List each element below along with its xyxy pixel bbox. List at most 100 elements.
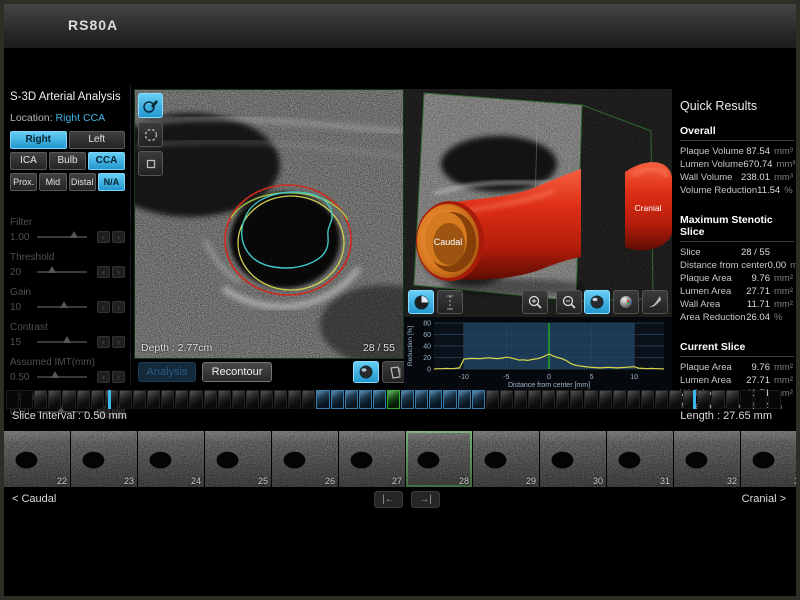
position-button-na[interactable]: N/A [98, 173, 125, 191]
navigator-cell[interactable] [373, 390, 386, 409]
navigator-cell[interactable] [48, 390, 61, 409]
navigator-cell[interactable] [204, 390, 217, 409]
slice-thumbnail-25[interactable]: 25 [205, 431, 271, 487]
navigator-cell[interactable] [627, 390, 640, 409]
volume-toggle-button[interactable] [353, 361, 379, 383]
navigator-cell[interactable] [302, 390, 315, 409]
position-button-prox[interactable]: Prox. [10, 173, 37, 191]
slice-thumbnail-23[interactable]: 23 [71, 431, 137, 487]
slider-thumb[interactable] [63, 336, 71, 343]
color-map-button[interactable] [613, 290, 639, 314]
slider-increment-button[interactable]: › [112, 301, 125, 313]
navigator-cell[interactable] [331, 390, 344, 409]
navigator-cell[interactable] [189, 390, 202, 409]
navigator-cell[interactable] [105, 390, 118, 409]
slice-thumbnail-28[interactable]: 28 [406, 431, 472, 487]
navigator-cell[interactable] [316, 390, 329, 409]
position-button-mid[interactable]: Mid [39, 173, 66, 191]
slider-increment-button[interactable]: › [112, 266, 125, 278]
navigator-cell[interactable] [472, 390, 485, 409]
slice-navigator[interactable] [6, 390, 782, 409]
cranial-nav-label[interactable]: Cranial > [742, 493, 786, 505]
navigator-cell[interactable] [443, 390, 456, 409]
circle-roi-button[interactable] [138, 122, 163, 147]
zoom-in-button[interactable] [522, 290, 548, 314]
navigator-cell[interactable] [429, 390, 442, 409]
slice-thumbnail-30[interactable]: 30 [540, 431, 606, 487]
slider-increment-button[interactable]: › [112, 371, 125, 383]
navigator-cell[interactable] [726, 390, 739, 409]
navigator-cell[interactable] [260, 390, 273, 409]
navigator-cell[interactable] [528, 390, 541, 409]
navigator-cell[interactable] [401, 390, 414, 409]
slider-track[interactable] [37, 271, 87, 273]
navigator-cell[interactable] [345, 390, 358, 409]
navigator-cell[interactable] [458, 390, 471, 409]
slice-thumbnail-29[interactable]: 29 [473, 431, 539, 487]
navigator-cell[interactable] [91, 390, 104, 409]
navigator-cell[interactable] [415, 390, 428, 409]
navigator-cell[interactable] [500, 390, 513, 409]
slider-track[interactable] [37, 236, 87, 238]
navigator-cell[interactable] [77, 390, 90, 409]
caudal-nav-label[interactable]: < Caudal [12, 493, 56, 505]
navigator-cell[interactable] [232, 390, 245, 409]
render-mode-button[interactable] [584, 290, 610, 314]
navigator-cell[interactable] [669, 390, 682, 409]
navigator-cell[interactable] [740, 390, 753, 409]
navigator-cell[interactable] [34, 390, 47, 409]
navigator-cell[interactable] [218, 390, 231, 409]
slice-thumbnail-33[interactable]: 33 [741, 431, 800, 487]
slice-thumbnail-32[interactable]: 32 [674, 431, 740, 487]
analysis-button[interactable]: Analysis [138, 362, 196, 382]
contour-edit-button[interactable] [138, 93, 163, 118]
navigator-cell[interactable] [133, 390, 146, 409]
navigator-cell[interactable] [542, 390, 555, 409]
navigator-cell[interactable] [556, 390, 569, 409]
segment-button-ica[interactable]: ICA [10, 152, 47, 170]
recontour-button[interactable]: Recontour [202, 362, 272, 382]
caudal-range-marker[interactable] [108, 390, 111, 409]
slider-decrement-button[interactable]: ‹ [97, 266, 110, 278]
cranial-range-marker[interactable] [693, 390, 696, 409]
slice-thumbnail-26[interactable]: 26 [272, 431, 338, 487]
step-back-button[interactable]: |← [374, 491, 403, 508]
navigator-cell[interactable] [641, 390, 654, 409]
slider-thumb[interactable] [60, 301, 68, 308]
navigator-cell[interactable] [711, 390, 724, 409]
slice-thumbnail-24[interactable]: 24 [138, 431, 204, 487]
navigator-cell[interactable] [584, 390, 597, 409]
zoom-out-button[interactable] [556, 290, 582, 314]
slider-track[interactable] [37, 341, 87, 343]
navigator-cell[interactable] [570, 390, 583, 409]
slider-decrement-button[interactable]: ‹ [97, 231, 110, 243]
side-button-right[interactable]: Right [10, 131, 67, 149]
navigator-cell[interactable] [62, 390, 75, 409]
volume-3d-view[interactable]: Caudal Cranial [404, 89, 672, 317]
sculpt-button[interactable] [642, 290, 668, 314]
navigator-cell[interactable] [599, 390, 612, 409]
side-button-left[interactable]: Left [69, 131, 126, 149]
slider-increment-button[interactable]: › [112, 231, 125, 243]
slider-decrement-button[interactable]: ‹ [97, 301, 110, 313]
navigator-cell[interactable] [655, 390, 668, 409]
navigator-cell[interactable] [6, 390, 19, 409]
navigator-cell[interactable] [697, 390, 710, 409]
slider-track[interactable] [37, 306, 87, 308]
ultrasound-2d-view[interactable]: Depth : 2.77cm 28 / 55 [134, 89, 404, 359]
slider-decrement-button[interactable]: ‹ [97, 371, 110, 383]
rect-roi-button[interactable] [138, 151, 163, 176]
navigator-cell[interactable] [387, 390, 400, 409]
navigator-cell[interactable] [161, 390, 174, 409]
slice-thumbnail-27[interactable]: 27 [339, 431, 405, 487]
navigator-cell[interactable] [768, 390, 781, 409]
navigator-cell[interactable] [147, 390, 160, 409]
position-button-distal[interactable]: Distal [69, 173, 96, 191]
slider-increment-button[interactable]: › [112, 336, 125, 348]
slice-thumbnail-31[interactable]: 31 [607, 431, 673, 487]
navigator-cell[interactable] [288, 390, 301, 409]
slider-track[interactable] [37, 376, 87, 378]
cut-sphere-button[interactable] [408, 290, 434, 314]
navigator-cell[interactable] [20, 390, 33, 409]
step-forward-button[interactable]: →| [411, 491, 440, 508]
